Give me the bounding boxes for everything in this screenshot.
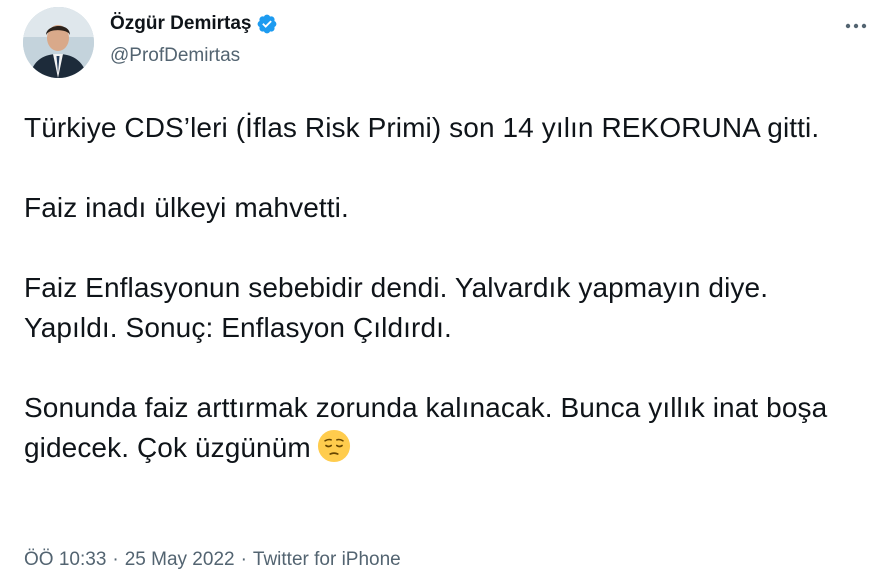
tweet-paragraph: Faiz inadı ülkeyi mahvetti. bbox=[24, 192, 349, 223]
more-options-icon bbox=[844, 17, 868, 35]
tweet-text: Türkiye CDS’leri (İflas Risk Primi) son … bbox=[24, 108, 864, 474]
tweet-paragraph: Faiz Enflasyonun sebebidir dendi. Yalvar… bbox=[24, 272, 769, 343]
tweet-paragraph-last: Sonunda faiz arttırmak zorunda kalınacak… bbox=[24, 388, 864, 474]
tweet-metadata: ÖÖ 10:33 · 25 May 2022 · Twitter for iPhone bbox=[24, 548, 401, 572]
tweet-source[interactable]: Twitter for iPhone bbox=[253, 549, 401, 570]
meta-separator: · bbox=[240, 549, 247, 570]
tweet-time[interactable]: ÖÖ 10:33 bbox=[24, 549, 106, 570]
tweet-paragraph: Türkiye CDS’leri (İflas Risk Primi) son … bbox=[24, 112, 820, 143]
tweet-date[interactable]: 25 May 2022 bbox=[125, 549, 235, 570]
author-display-name[interactable]: Özgür Demirtaş bbox=[110, 12, 278, 36]
author-avatar[interactable] bbox=[23, 7, 94, 78]
author-handle[interactable]: @ProfDemirtas bbox=[110, 44, 240, 68]
verified-badge-icon bbox=[256, 13, 278, 35]
more-options-button[interactable] bbox=[840, 12, 872, 40]
author-display-name-text: Özgür Demirtaş bbox=[110, 13, 252, 34]
tweet-paragraph-text: Sonunda faiz arttırmak zorunda kalınacak… bbox=[24, 392, 828, 463]
meta-separator: · bbox=[112, 549, 119, 570]
pensive-face-icon bbox=[317, 429, 351, 474]
